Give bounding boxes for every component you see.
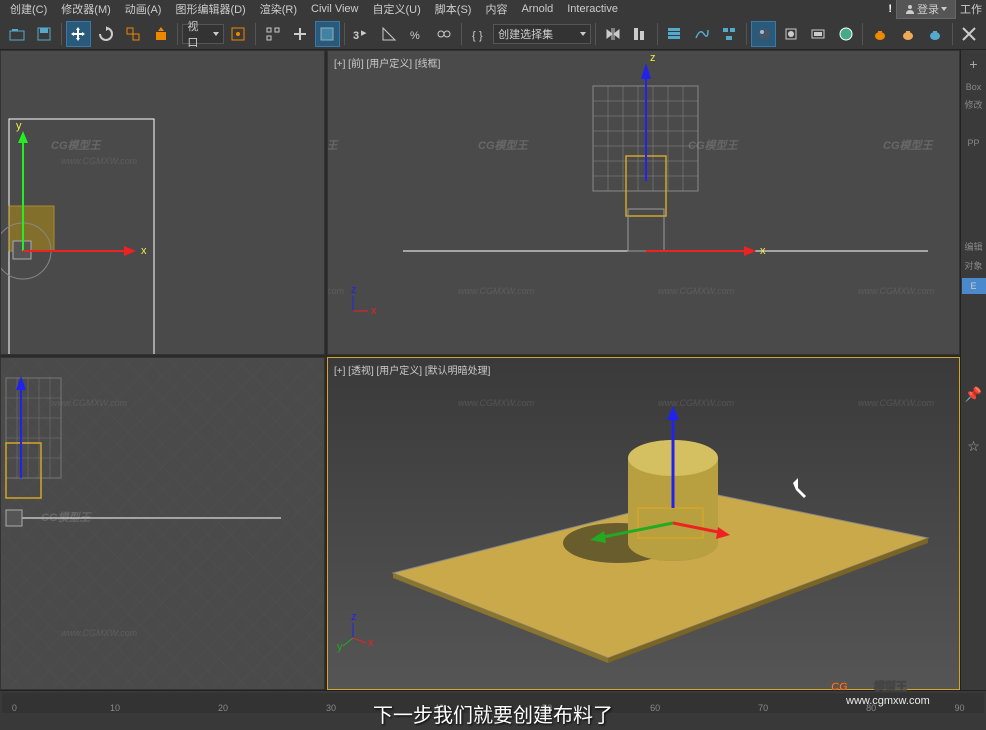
panel-obj-label: 对象 xyxy=(964,259,982,272)
align-icon[interactable] xyxy=(627,21,652,47)
select-by-name-icon[interactable] xyxy=(260,21,285,47)
open-icon[interactable] xyxy=(4,21,29,47)
layer-explorer-icon[interactable] xyxy=(662,21,687,47)
svg-text:CG: CG xyxy=(831,681,848,693)
teapot3-icon[interactable] xyxy=(922,21,947,47)
menu-graph-editor[interactable]: 图形编辑器(D) xyxy=(169,0,251,18)
render-setup-icon[interactable] xyxy=(778,21,803,47)
pivot-icon[interactable] xyxy=(226,21,251,47)
svg-text:y: y xyxy=(16,120,22,132)
material-editor-icon[interactable] xyxy=(751,21,776,47)
menu-modifier[interactable]: 修改器(M) xyxy=(55,0,117,18)
menu-content[interactable]: 内容 xyxy=(479,0,513,18)
connect-icon[interactable] xyxy=(957,21,982,47)
view-coordinate-dropdown[interactable]: 视口 xyxy=(182,24,223,44)
rotate-tool-icon[interactable] xyxy=(93,21,118,47)
menu-render[interactable]: 渲染(R) xyxy=(254,0,303,18)
svg-text:{: { xyxy=(472,30,476,42)
alert-icon: ! xyxy=(888,3,892,15)
svg-text:z: z xyxy=(650,52,656,64)
menu-animation[interactable]: 动画(A) xyxy=(119,0,168,18)
menu-customize[interactable]: 自定义(U) xyxy=(367,0,427,18)
schematic-view-icon[interactable] xyxy=(716,21,741,47)
svg-text:z: z xyxy=(351,611,357,623)
menubar: 创建(C) 修改器(M) 动画(A) 图形编辑器(D) 渲染(R) Civil … xyxy=(0,0,986,18)
teapot2-icon[interactable] xyxy=(895,21,920,47)
panel-edit-label: 编辑 xyxy=(964,240,982,253)
panel-e-tab[interactable]: E xyxy=(962,278,986,294)
panel-box-label: Box xyxy=(966,82,982,92)
save-icon[interactable] xyxy=(31,21,56,47)
percent-snap-icon[interactable]: % xyxy=(404,21,429,47)
menu-create[interactable]: 创建(C) xyxy=(4,0,53,18)
menu-arnold[interactable]: Arnold xyxy=(515,2,559,16)
render-frame-icon[interactable] xyxy=(806,21,831,47)
named-selection-icon[interactable]: {} xyxy=(466,21,491,47)
viewport-front[interactable]: [+] [前] [用户定义] [线框] z x zx CG模型王 CG模型王 C… xyxy=(327,50,960,355)
panel-modify-label: 修改 xyxy=(964,98,982,111)
window-crossing-icon[interactable] xyxy=(315,21,340,47)
viewport-perspective-label[interactable]: [+] [透视] [用户定义] [默认明暗处理] xyxy=(334,362,490,377)
svg-text:x: x xyxy=(371,305,377,317)
svg-text:x: x xyxy=(141,245,147,257)
viewport-perspective[interactable]: [+] [透视] [用户定义] [默认明暗处理] zxy www.CGMXW.c… xyxy=(327,357,960,690)
menu-civil-view[interactable]: Civil View xyxy=(305,2,364,16)
svg-text:▸: ▸ xyxy=(361,27,367,39)
workspace-label: 工作 xyxy=(960,1,982,17)
svg-text:z: z xyxy=(351,284,357,296)
menu-interactive[interactable]: Interactive xyxy=(561,2,624,16)
watermark-logo: CG 模型王 www.cgmxw.com xyxy=(826,660,966,710)
svg-text:y: y xyxy=(337,641,343,653)
svg-text:x: x xyxy=(760,245,766,257)
command-panel: + Box 修改 PP 编辑 对象 E 📌 ☆ xyxy=(960,50,986,690)
render-production-icon[interactable] xyxy=(833,21,858,47)
svg-text:www.cgmxw.com: www.cgmxw.com xyxy=(845,695,930,707)
main-toolbar: 视口 3▸ % {} 创建选择集 xyxy=(0,18,986,50)
viewport-left[interactable]: www.CGMXW.com CG模型王 www.CGMXW.com xyxy=(0,357,325,690)
curve-editor-icon[interactable] xyxy=(689,21,714,47)
snap-toggle-icon[interactable]: 3▸ xyxy=(349,21,374,47)
svg-text:x: x xyxy=(368,637,374,649)
teapot-icon[interactable] xyxy=(867,21,892,47)
user-icon xyxy=(905,4,915,14)
place-tool-icon[interactable] xyxy=(148,21,173,47)
svg-text:%: % xyxy=(410,30,420,42)
move-tool-icon[interactable] xyxy=(66,21,91,47)
pin-icon[interactable]: 📌 xyxy=(964,386,984,406)
video-subtitle: 下一步我们就要创建布料了 xyxy=(373,699,613,728)
angle-snap-icon[interactable] xyxy=(377,21,402,47)
panel-pp-label: PP xyxy=(967,138,979,148)
scale-tool-icon[interactable] xyxy=(121,21,146,47)
svg-text:模型王: 模型王 xyxy=(874,679,907,693)
spinner-snap-icon[interactable] xyxy=(431,21,456,47)
menu-script[interactable]: 脚本(S) xyxy=(429,0,478,18)
collapse-icon[interactable]: ☆ xyxy=(964,438,984,458)
viewport-container: y x CG模型王 www.CGMXW.com [+] [前] [用户定义] [… xyxy=(0,50,960,690)
selection-set-dropdown[interactable]: 创建选择集 xyxy=(493,24,591,44)
svg-text:3: 3 xyxy=(353,30,359,42)
selection-filter-icon[interactable] xyxy=(287,21,312,47)
mirror-icon[interactable] xyxy=(600,21,625,47)
login-button[interactable]: 登录 xyxy=(896,0,956,19)
viewport-top[interactable]: y x CG模型王 www.CGMXW.com xyxy=(0,50,325,355)
add-icon[interactable]: + xyxy=(964,56,984,76)
viewport-front-label[interactable]: [+] [前] [用户定义] [线框] xyxy=(334,55,440,70)
svg-text:}: } xyxy=(479,30,483,42)
